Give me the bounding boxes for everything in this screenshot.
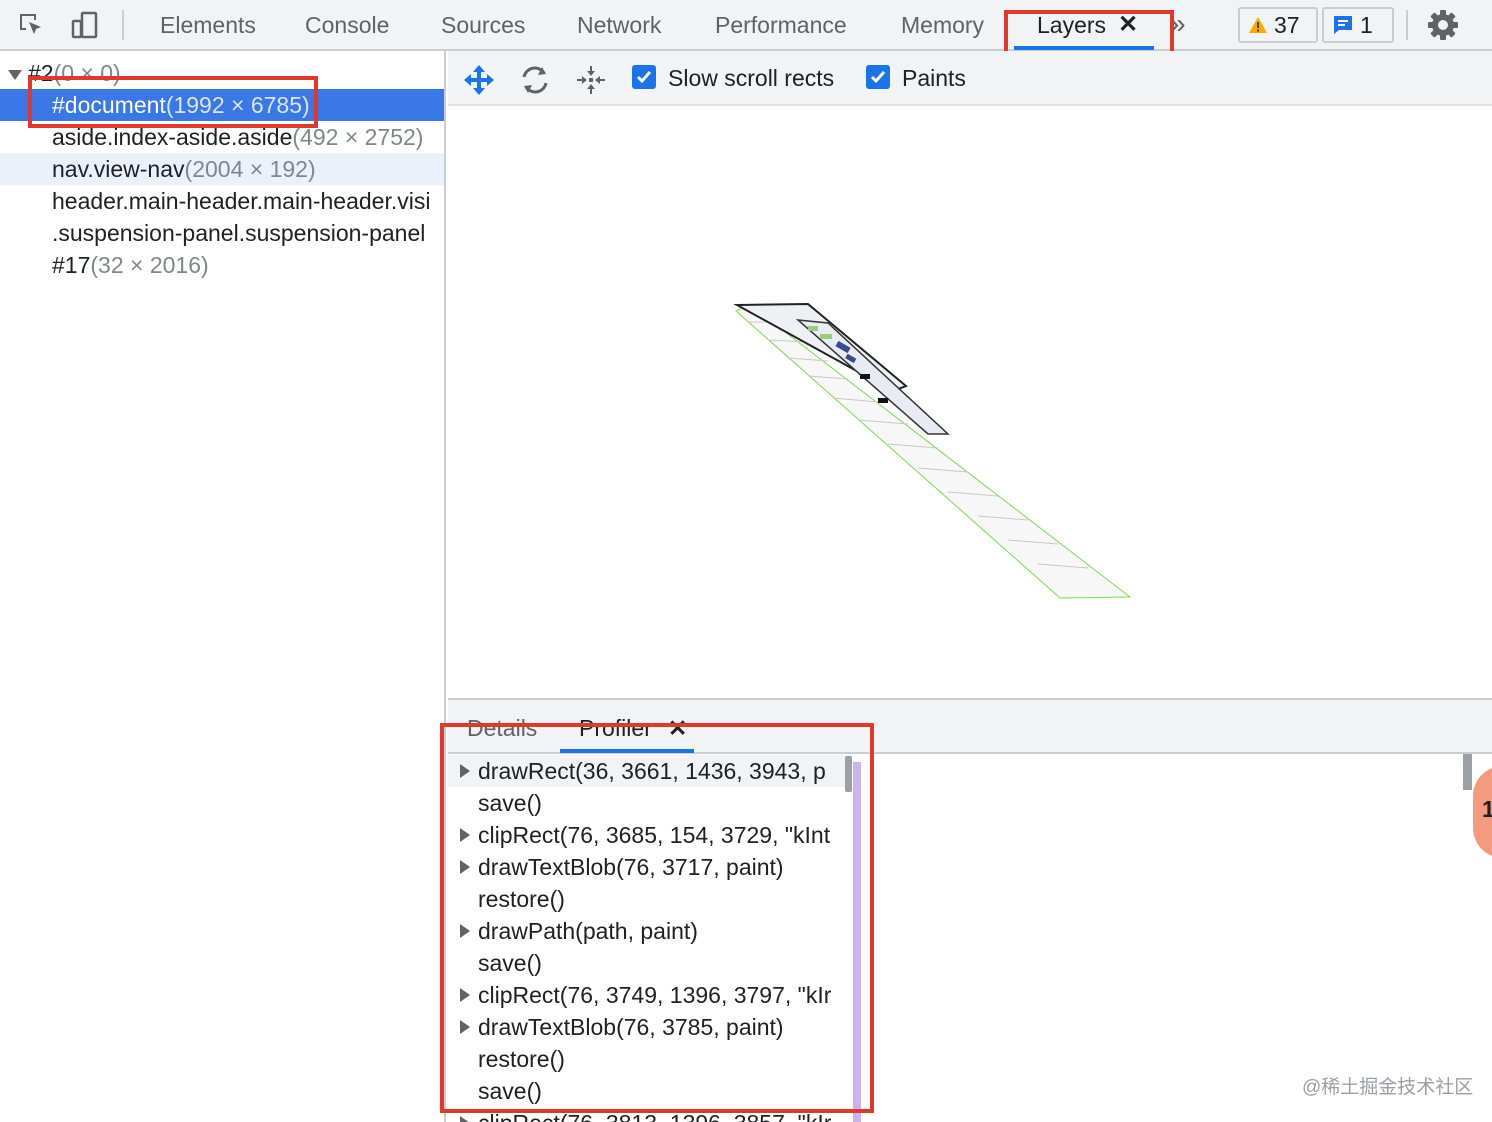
device-toolbar-icon[interactable] — [68, 8, 102, 42]
more-tabs-icon[interactable]: » — [1170, 8, 1186, 40]
paints-checkbox[interactable] — [866, 65, 890, 89]
messages-count: 1 — [1360, 11, 1373, 38]
expand-triangle-icon[interactable] — [460, 860, 470, 874]
messages-badge[interactable]: 1 — [1322, 7, 1394, 43]
profiler-command-row[interactable]: save() — [448, 947, 848, 979]
settings-gear-icon[interactable] — [1426, 8, 1460, 42]
profiler-scrollbar[interactable] — [845, 756, 852, 792]
layer-name: #document — [52, 92, 166, 118]
tab-details[interactable]: Details — [467, 712, 537, 744]
tab-layers[interactable]: Layers — [1037, 0, 1106, 50]
profiler-command-row[interactable]: restore() — [448, 883, 848, 915]
watermark: @稀土掘金技术社区 — [1302, 1077, 1474, 1098]
profiler-command-row[interactable]: drawPath(path, paint) — [448, 915, 848, 947]
layer-tree-item-document[interactable]: #document(1992 × 6785) — [0, 89, 444, 121]
layer-tree-item-nav[interactable]: nav.view-nav(2004 × 192) — [0, 153, 444, 185]
slow-scroll-rects-label[interactable]: Slow scroll rects — [668, 63, 834, 93]
layer-name: #2 — [28, 60, 54, 86]
inspect-element-icon[interactable] — [14, 8, 48, 42]
warnings-count: 37 — [1274, 11, 1300, 38]
warning-icon — [1249, 17, 1267, 33]
layer-stack-visualization — [733, 302, 1132, 599]
layer-name: header.main-header.main-header.visi — [52, 188, 431, 214]
warnings-badge[interactable]: 37 — [1238, 7, 1318, 43]
layers-3d-viewport[interactable] — [448, 108, 1492, 698]
active-tab-indicator — [1014, 46, 1154, 50]
rotate-mode-icon[interactable] — [518, 63, 552, 97]
layer-dimensions: (32 × 2016) — [90, 252, 209, 278]
profiler-command-row[interactable]: clipRect(76, 3685, 154, 3729, "kInt — [448, 819, 848, 851]
layer-name: #17 — [52, 252, 91, 278]
layer-tree-panel: #2(0 × 0) #document(1992 × 6785) aside.i… — [0, 51, 446, 1122]
layer-dimensions: (1992 × 6785) — [165, 92, 310, 118]
paint-preview-area — [862, 754, 1492, 1122]
expand-triangle-icon[interactable] — [460, 1020, 470, 1034]
layer-dimensions: (0 × 0) — [53, 60, 121, 86]
layer-tree-item-17[interactable]: #17(32 × 2016) — [0, 249, 444, 281]
layer-dimensions: (492 × 2752) — [292, 124, 424, 150]
profiler-command-row[interactable]: restore() — [448, 1043, 848, 1075]
profiler-command-row[interactable]: save() — [448, 787, 848, 819]
expand-triangle-icon[interactable] — [460, 988, 470, 1002]
layers-view-toolbar: Slow scroll rects Paints — [448, 51, 1492, 106]
devtools-toolbar: Elements Console Sources Network Perform… — [0, 0, 1492, 51]
layer-tree-item-root[interactable]: #2(0 × 0) — [0, 57, 444, 89]
layer-name: nav.view-nav — [52, 156, 185, 182]
tab-sources[interactable]: Sources — [441, 0, 525, 50]
tab-memory[interactable]: Memory — [901, 0, 984, 50]
close-profiler-icon[interactable]: ✕ — [668, 712, 687, 744]
profiler-command-row[interactable]: drawTextBlob(76, 3717, paint) — [448, 851, 848, 883]
layer-name: aside.index-aside.aside — [52, 124, 293, 150]
close-tab-icon[interactable]: ✕ — [1118, 10, 1138, 40]
paint-profiler-command-list: drawRect(36, 3661, 1436, 3943, p save() … — [448, 754, 848, 1122]
profiler-command-row[interactable]: clipRect(76, 3749, 1396, 3797, "kIr — [448, 979, 848, 1011]
profiler-command-row[interactable]: save() — [448, 1075, 848, 1107]
profiler-command-row[interactable]: drawRect(36, 3661, 1436, 3943, p — [448, 755, 848, 787]
layer-dimensions: (2004 × 192) — [184, 156, 316, 182]
expand-triangle-icon[interactable] — [8, 70, 22, 80]
layer-tree-item-aside[interactable]: aside.index-aside.aside(492 × 2752) — [0, 121, 444, 153]
tab-elements[interactable]: Elements — [160, 0, 256, 50]
tab-console[interactable]: Console — [305, 0, 389, 50]
tab-performance[interactable]: Performance — [715, 0, 847, 50]
details-profiler-tabs: Details Profiler ✕ — [448, 698, 1492, 754]
profiler-command-row[interactable]: drawTextBlob(76, 3785, paint) — [448, 1011, 848, 1043]
slow-scroll-rects-checkbox[interactable] — [632, 65, 656, 89]
expand-triangle-icon[interactable] — [460, 1116, 470, 1122]
toolbar-divider — [122, 10, 124, 40]
expand-triangle-icon[interactable] — [460, 924, 470, 938]
layer-tree-item-header[interactable]: header.main-header.main-header.visi — [0, 185, 444, 217]
layer-name: .suspension-panel.suspension-panel — [52, 220, 426, 246]
active-subtab-indicator — [560, 749, 694, 753]
paints-label[interactable]: Paints — [902, 63, 966, 93]
toolbar-divider — [1406, 10, 1408, 40]
tab-network[interactable]: Network — [577, 0, 661, 50]
pan-mode-icon[interactable] — [462, 63, 496, 97]
profiler-command-row[interactable]: clipRect(76, 3813, 1396, 3857, "kIr — [448, 1107, 848, 1122]
profiler-timeline-bar[interactable] — [853, 762, 861, 1122]
message-icon — [1334, 16, 1352, 34]
tab-profiler[interactable]: Profiler — [579, 712, 652, 744]
expand-triangle-icon[interactable] — [460, 764, 470, 778]
layer-tree-item-suspension-panel[interactable]: .suspension-panel.suspension-panel — [0, 217, 444, 249]
reset-transform-icon[interactable] — [574, 63, 608, 97]
preview-scrollbar[interactable] — [1463, 754, 1472, 790]
expand-triangle-icon[interactable] — [460, 828, 470, 842]
